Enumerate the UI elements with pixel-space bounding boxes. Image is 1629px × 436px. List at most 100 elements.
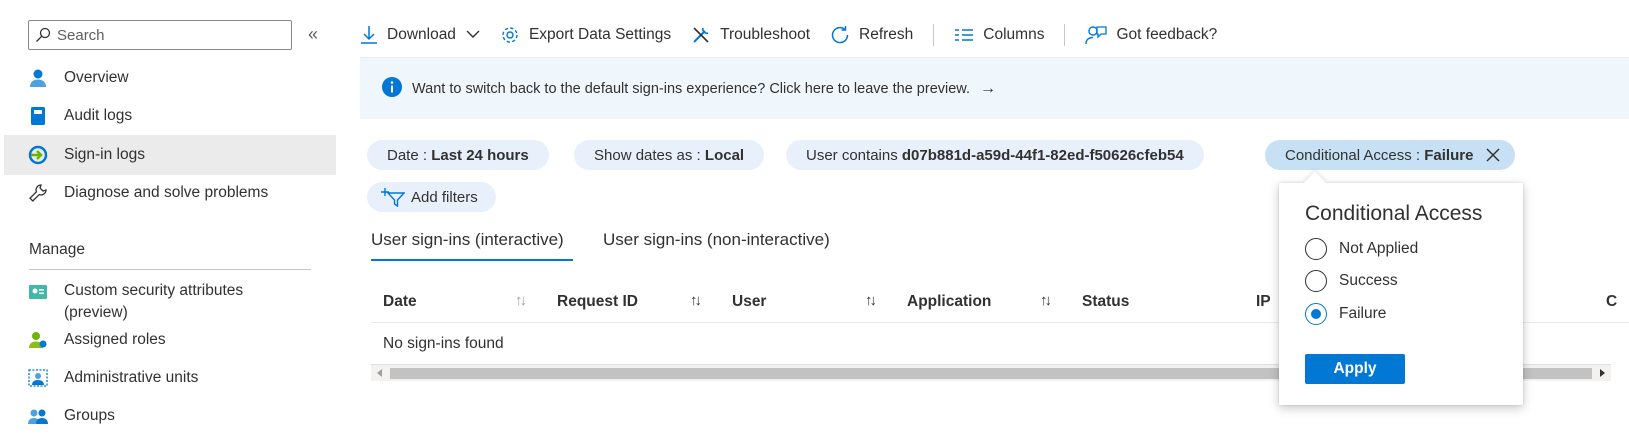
gear-icon — [500, 25, 520, 45]
sidebar-item-label: Custom security attributes — [64, 282, 244, 299]
filter-label: User contains — [806, 146, 898, 164]
sidebar-item-label-line2: (preview) — [64, 304, 128, 321]
radio-option-failure[interactable]: Failure — [1305, 302, 1386, 326]
roles-icon — [28, 330, 64, 350]
filter-label: Date : — [387, 146, 428, 164]
sidebar-item-administrative-units[interactable]: Administrative units — [4, 358, 336, 398]
search-input[interactable] — [57, 26, 277, 44]
sidebar-item-sign-in-logs[interactable]: Sign-in logs — [4, 135, 336, 175]
download-icon — [360, 25, 378, 45]
feedback-button[interactable]: Got feedback? — [1085, 25, 1217, 45]
info-icon — [382, 76, 402, 101]
groups-icon — [28, 406, 64, 426]
filter-pill-conditional-access[interactable]: Conditional Access : Failure — [1265, 140, 1516, 170]
troubleshoot-label: Troubleshoot — [720, 26, 811, 43]
columns-button[interactable]: Columns — [954, 26, 1044, 44]
sort-icon[interactable]: ↑↓ — [515, 292, 527, 309]
close-icon[interactable] — [1485, 147, 1501, 163]
sidebar-item-assigned-roles[interactable]: Assigned roles — [4, 320, 336, 360]
radio-option-success[interactable]: Success — [1305, 269, 1398, 293]
tab-interactive[interactable]: User sign-ins (interactive) — [371, 230, 564, 250]
sidebar-item-overview[interactable]: Overview — [4, 58, 336, 98]
radio-button[interactable] — [1305, 238, 1327, 260]
active-tab-indicator — [371, 259, 573, 261]
radio-label: Failure — [1339, 305, 1387, 322]
sidebar-item-label: Administrative units — [64, 369, 199, 386]
radio-option-not-applied[interactable]: Not Applied — [1305, 237, 1418, 261]
radio-label: Not Applied — [1339, 240, 1419, 257]
sidebar-item-label: Overview — [64, 69, 129, 86]
download-label: Download — [387, 26, 456, 43]
filter-value: Failure — [1424, 146, 1474, 164]
toolbar-separator — [1064, 24, 1066, 46]
scroll-right-icon[interactable] — [1600, 369, 1605, 377]
troubleshoot-button[interactable]: Troubleshoot — [691, 25, 810, 45]
conditional-access-filter-popup: Conditional Access Not Applied Success F… — [1279, 171, 1523, 405]
filter-pill-show-dates[interactable]: Show dates as : Local — [574, 140, 765, 170]
refresh-label: Refresh — [859, 26, 914, 43]
column-header-date[interactable]: Date — [383, 293, 417, 311]
sidebar-item-audit-logs[interactable]: Audit logs — [4, 96, 336, 136]
popup-title: Conditional Access — [1305, 202, 1483, 225]
user-icon — [28, 68, 64, 88]
section-divider — [29, 269, 311, 270]
sidebar-item-groups[interactable]: Groups — [4, 396, 336, 436]
sidebar-item-label: Sign-in logs — [64, 146, 145, 163]
refresh-button[interactable]: Refresh — [830, 25, 913, 45]
filter-label: Conditional Access : — [1285, 146, 1421, 164]
column-header-user[interactable]: User — [732, 293, 766, 311]
admin-units-icon — [28, 368, 64, 388]
filter-value: Local — [704, 146, 745, 164]
column-header-request-id[interactable]: Request ID — [557, 293, 638, 311]
export-data-settings-button[interactable]: Export Data Settings — [500, 25, 671, 45]
toolbar-separator — [933, 24, 935, 46]
filter-label: Show dates as : — [594, 146, 701, 164]
filter-pill-user[interactable]: User contains d07b881d-a59d-44f1-82ed-f5… — [786, 140, 1204, 170]
add-filter-icon — [381, 187, 405, 207]
filter-value: d07b881d-a59d-44f1-82ed-f50626cfeb54 — [901, 146, 1184, 164]
search-box[interactable] — [28, 20, 292, 50]
banner-text: Want to switch back to the default sign-… — [412, 80, 971, 97]
sidebar-item-label: Groups — [64, 407, 115, 424]
sort-icon[interactable]: ↑↓ — [865, 292, 877, 309]
book-icon — [28, 106, 64, 126]
tab-non-interactive[interactable]: User sign-ins (non-interactive) — [603, 230, 830, 250]
sidebar-item-custom-security-attributes[interactable]: Custom security attributes (preview) — [4, 272, 336, 324]
sort-icon[interactable]: ↑↓ — [1040, 292, 1052, 309]
popup-caret — [1303, 171, 1327, 195]
collapse-sidebar-button[interactable]: « — [308, 24, 318, 45]
download-button[interactable]: Download — [360, 25, 480, 45]
scroll-left-icon[interactable] — [377, 369, 382, 377]
column-header-application[interactable]: Application — [907, 293, 991, 311]
filter-pill-date[interactable]: Date : Last 24 hours — [367, 140, 549, 170]
filter-value: Last 24 hours — [431, 146, 529, 164]
export-label: Export Data Settings — [528, 26, 672, 43]
sidebar-item-label: Audit logs — [64, 107, 133, 124]
wrench-icon — [28, 183, 64, 203]
column-header-status[interactable]: Status — [1082, 293, 1129, 311]
tools-icon — [691, 25, 711, 45]
column-header-truncated[interactable]: C — [1606, 293, 1617, 311]
sort-icon[interactable]: ↑↓ — [690, 292, 702, 309]
command-bar: Download Export Data Settings Troublesho… — [360, 18, 1237, 52]
preview-banner[interactable]: Want to switch back to the default sign-… — [360, 58, 1629, 119]
columns-icon — [954, 27, 974, 43]
empty-state-message: No sign-ins found — [383, 335, 504, 352]
radio-button[interactable] — [1305, 270, 1327, 292]
radio-label: Success — [1339, 272, 1398, 289]
sidebar-item-diagnose[interactable]: Diagnose and solve problems — [4, 173, 336, 213]
apply-button[interactable]: Apply — [1305, 354, 1405, 384]
sidebar: « Overview Audit logs Sign-in logs Diagn… — [0, 0, 336, 436]
refresh-icon — [830, 25, 850, 45]
arrow-right-icon: → — [980, 79, 997, 97]
radio-button-checked[interactable] — [1305, 303, 1327, 325]
add-filters-button[interactable]: Add filters — [367, 182, 496, 212]
attributes-icon — [28, 282, 64, 302]
column-header-ip[interactable]: IP — [1256, 293, 1271, 311]
feedback-icon — [1085, 25, 1108, 45]
manage-section-heading: Manage — [29, 241, 86, 258]
search-icon — [29, 27, 57, 43]
sidebar-item-label: Assigned roles — [64, 331, 166, 348]
sign-in-icon — [28, 145, 64, 165]
add-filters-label: Add filters — [411, 188, 478, 206]
